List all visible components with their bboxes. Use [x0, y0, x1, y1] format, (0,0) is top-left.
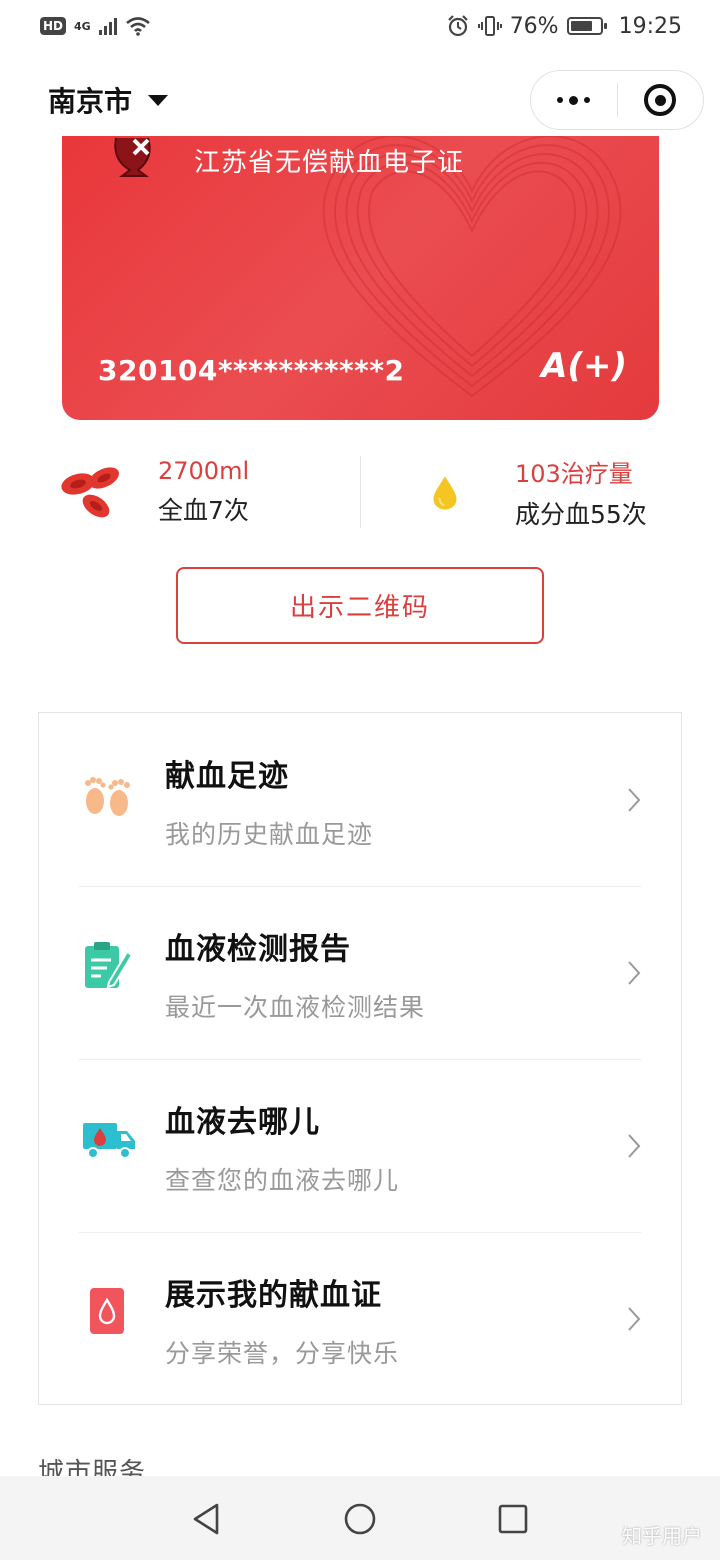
battery-fill: [570, 21, 592, 31]
menu-item-donation-history[interactable]: 献血足迹 我的历史献血足迹: [39, 713, 681, 886]
menu-title: 血液检测报告: [165, 932, 351, 967]
alarm-icon: [447, 15, 468, 37]
recent-apps-icon[interactable]: [496, 1502, 530, 1536]
back-icon[interactable]: [190, 1502, 224, 1536]
donation-stats: 2700ml 全血7次 103治疗量 成分血55次: [0, 454, 720, 531]
menu-title: 献血足迹: [165, 759, 289, 794]
system-nav-bar: [0, 1476, 720, 1560]
more-button[interactable]: [531, 71, 617, 129]
delivery-truck-icon: [83, 1123, 135, 1159]
chevron-right-icon: [628, 961, 641, 985]
battery-percent: 76%: [509, 13, 559, 39]
component-blood-volume: 103治疗量: [515, 459, 633, 488]
blood-center-logo-icon: [114, 137, 151, 177]
status-right: 76% 19:25: [446, 14, 682, 39]
target-icon: [644, 84, 677, 116]
battery-icon: [566, 17, 607, 35]
whole-blood-volume: 2700ml: [158, 457, 250, 485]
more-dots-icon: [557, 95, 591, 105]
red-blood-cells-icon: [61, 467, 119, 518]
hd-badge: HD: [40, 17, 67, 35]
footprints-icon: [85, 777, 130, 816]
whole-blood-texts: 2700ml 全血7次: [158, 457, 249, 527]
blood-type: A(+): [541, 346, 627, 386]
component-blood-count: 成分血55次: [515, 499, 647, 529]
show-qr-code-button[interactable]: 出示二维码: [176, 567, 544, 644]
status-left: HD 4G: [40, 16, 151, 36]
blood-drop-certificate-icon: [90, 1288, 124, 1334]
service-menu: 献血足迹 我的历史献血足迹 血液检测报告 最近一次血液检测结果 血液去哪儿 查查…: [38, 712, 682, 1405]
menu-subtitle: 分享荣誉，分享快乐: [165, 1339, 400, 1368]
miniapp-capsule: [530, 70, 704, 130]
dropdown-arrow-icon: [148, 94, 169, 106]
watermark: 知乎用户: [622, 1524, 702, 1548]
close-miniapp-button[interactable]: [618, 71, 704, 129]
menu-item-show-certificate[interactable]: 展示我的献血证 分享荣誉，分享快乐: [39, 1232, 681, 1405]
card-title: 江苏省无偿献血电子证: [194, 148, 465, 178]
vibrate-icon: [477, 16, 502, 36]
chevron-right-icon: [628, 1134, 641, 1158]
home-icon[interactable]: [343, 1502, 377, 1536]
menu-item-blood-test-report[interactable]: 血液检测报告 最近一次血液检测结果: [39, 886, 681, 1059]
clipboard-report-icon: [85, 942, 134, 989]
status-bar: HD 4G 76% 19:25: [0, 0, 720, 52]
network-label: 4G: [74, 19, 91, 33]
donor-card[interactable]: 江苏省无偿献血电子证 320104***********2 A(+): [62, 136, 659, 420]
signal-icon: [98, 17, 117, 35]
whole-blood-stat: 2700ml 全血7次: [0, 456, 353, 528]
wifi-icon: [125, 17, 150, 36]
menu-title: 展示我的献血证: [165, 1278, 382, 1313]
menu-subtitle: 查查您的血液去哪儿: [165, 1166, 400, 1195]
id-number: 320104***********2: [98, 354, 405, 387]
yellow-drop-icon: [433, 476, 457, 510]
menu-subtitle: 最近一次血液检测结果: [165, 993, 426, 1022]
menu-subtitle: 我的历史献血足迹: [165, 820, 374, 849]
chevron-right-icon: [628, 788, 641, 812]
header: 南京市: [0, 62, 720, 138]
whole-blood-count: 全血7次: [158, 496, 249, 525]
menu-title: 血液去哪儿: [165, 1105, 320, 1140]
component-blood-texts: 103治疗量 成分血55次: [515, 454, 647, 531]
menu-item-blood-whereabouts[interactable]: 血液去哪儿 查查您的血液去哪儿: [39, 1059, 681, 1232]
clock: 19:25: [618, 13, 682, 39]
city-selector[interactable]: 南京市: [48, 80, 169, 120]
chevron-right-icon: [628, 1307, 641, 1331]
city-name: 南京市: [48, 85, 133, 118]
component-blood-stat: 103治疗量 成分血55次: [353, 454, 720, 531]
